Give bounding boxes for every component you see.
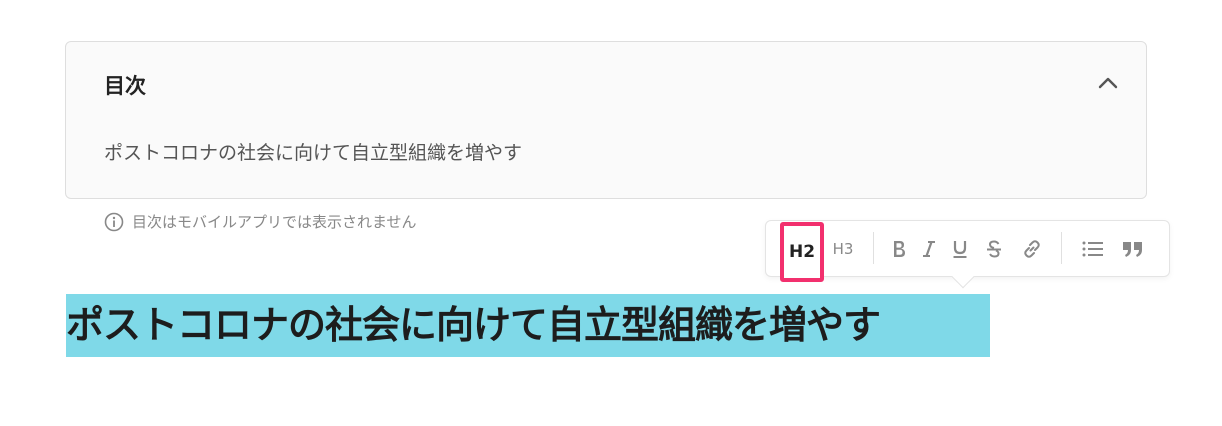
underline-button[interactable] — [946, 231, 974, 267]
strikethrough-button[interactable] — [980, 231, 1008, 267]
toc-item[interactable]: ポストコロナの社会に向けて自立型組織を増やす — [104, 138, 522, 165]
bulleted-list-icon — [1081, 239, 1105, 259]
toc-title: 目次 — [104, 74, 146, 98]
chevron-up-icon — [1098, 74, 1118, 93]
quote-button[interactable] — [1119, 231, 1147, 267]
mobile-notice: 目次はモバイルアプリでは表示されません — [104, 211, 417, 232]
strikethrough-icon — [985, 239, 1003, 259]
editor-page: 目次 ポストコロナの社会に向けて自立型組織を増やす 目次はモバイルアプリでは表示… — [0, 0, 1222, 426]
heading-2-button[interactable]: H2 — [780, 222, 824, 282]
toolbar-pointer — [951, 265, 975, 289]
link-icon — [1021, 238, 1043, 260]
bulleted-list-button[interactable] — [1079, 231, 1107, 267]
link-button[interactable] — [1018, 231, 1046, 267]
bold-icon — [890, 239, 908, 259]
underline-icon — [951, 239, 969, 259]
toolbar-divider — [873, 232, 874, 264]
table-of-contents: 目次 ポストコロナの社会に向けて自立型組織を増やす — [65, 41, 1147, 199]
selected-heading-text[interactable]: ポストコロナの社会に向けて自立型組織を増やす — [66, 294, 990, 357]
heading-3-button[interactable]: H3 — [828, 231, 858, 267]
italic-button[interactable] — [915, 231, 943, 267]
quote-icon — [1121, 239, 1145, 259]
bold-button[interactable] — [885, 231, 913, 267]
toolbar-divider — [1061, 232, 1062, 264]
toc-collapse-button[interactable] — [1094, 69, 1122, 97]
notice-text: 目次はモバイルアプリでは表示されません — [132, 213, 417, 231]
formatting-toolbar: H2 H3 — [765, 220, 1170, 289]
info-icon — [104, 212, 124, 232]
italic-icon — [920, 239, 938, 259]
